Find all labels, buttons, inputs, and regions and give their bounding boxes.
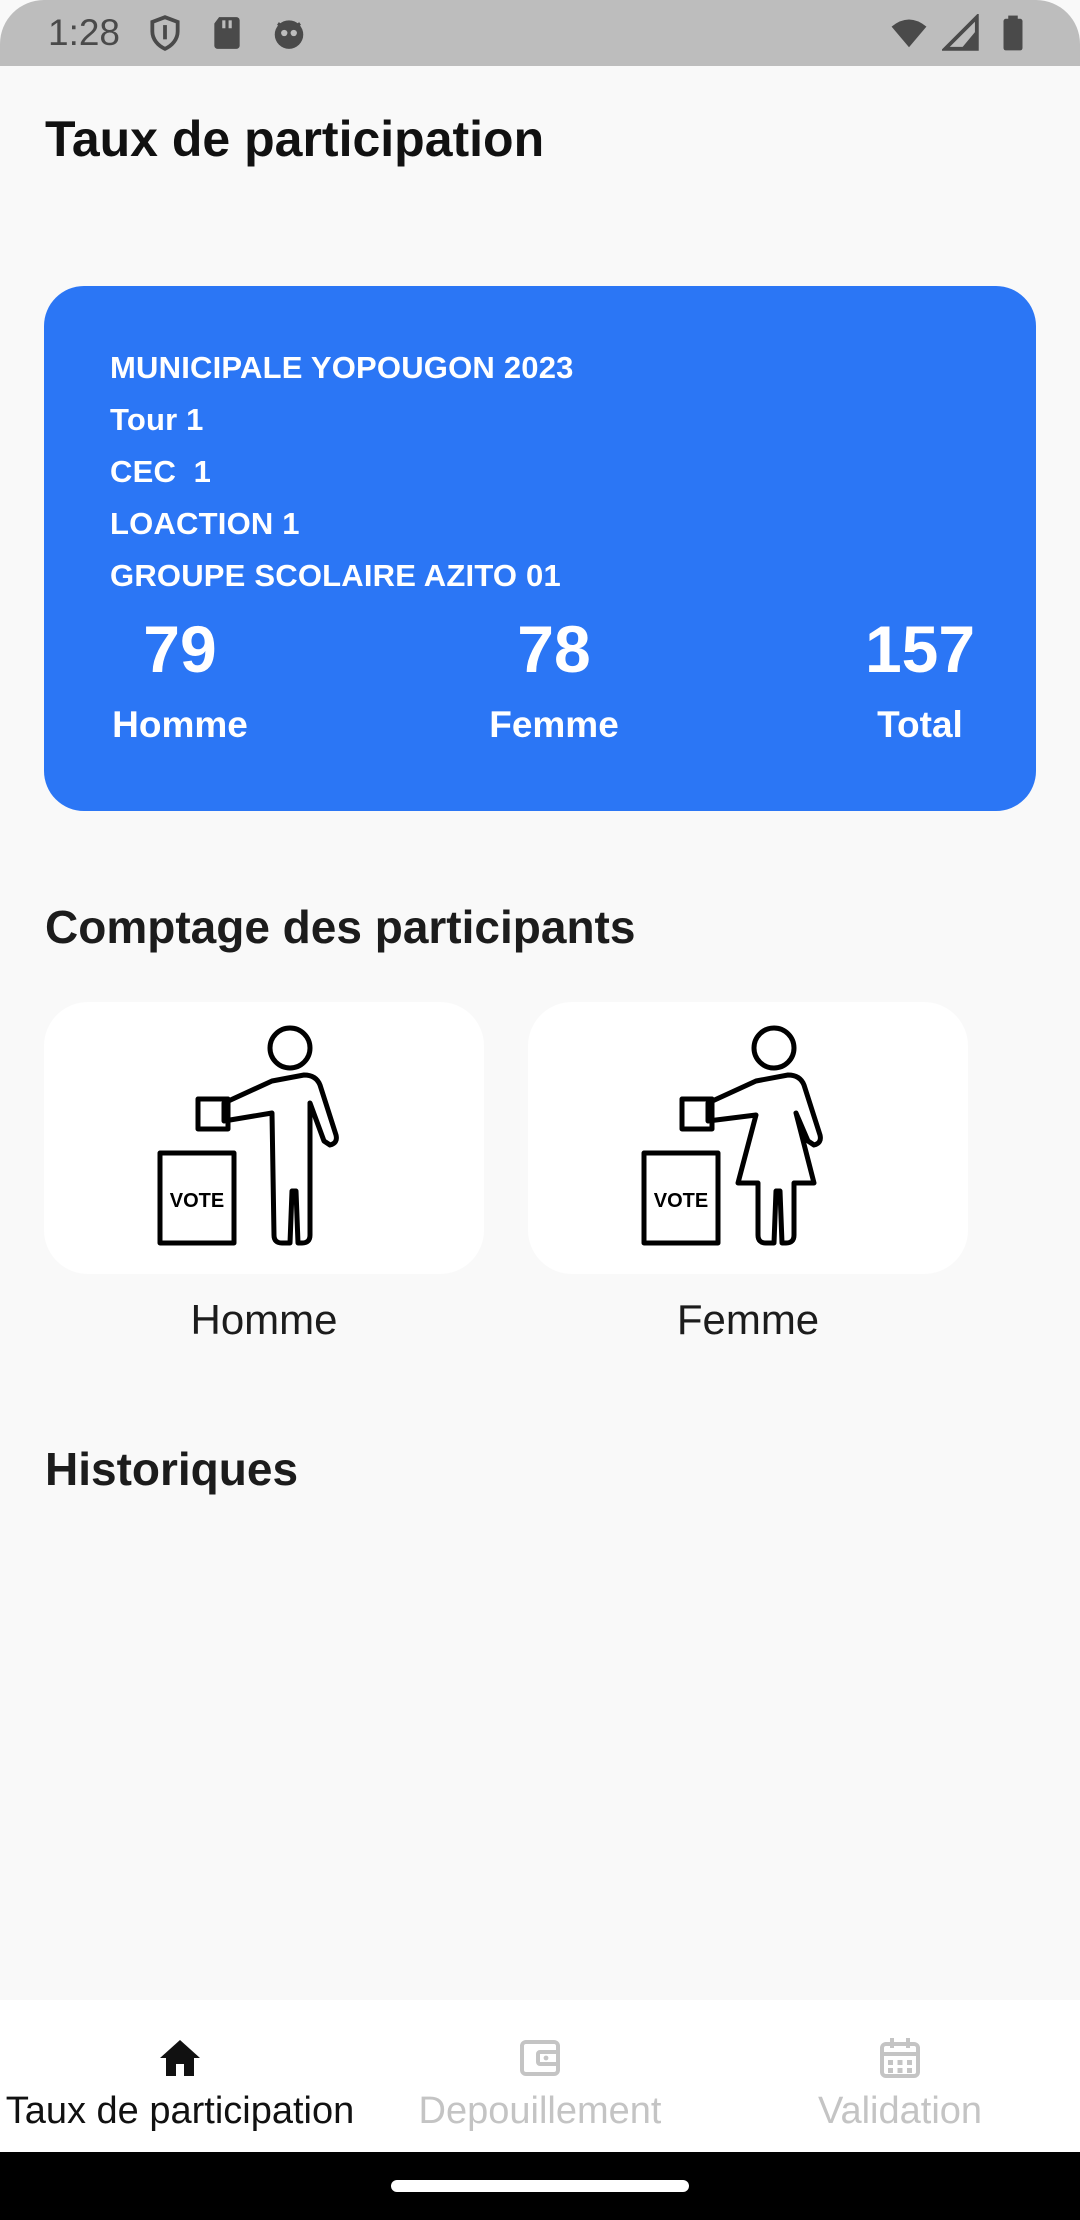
nav-tab-depouillement[interactable]: Depouillement [360,2000,720,2152]
count-femme-label: Femme [676,1296,820,1343]
stat-femme-label: Femme [489,704,619,745]
wifi-icon [890,14,928,52]
gesture-navigation-bar [0,2152,1080,2220]
election-cec: CEC 1 [110,454,212,489]
robot-face-icon [270,14,308,52]
stat-femme: 78 Femme [484,616,624,746]
page-title: Taux de participation [45,111,545,167]
election-polling-station: GROUPE SCOLAIRE AZITO 01 [110,558,561,593]
stat-homme-value: 79 [143,612,217,686]
app-screen: 1:28 Taux de participation MUNICIPALE YO… [0,0,1080,2220]
stat-femme-value: 78 [517,612,591,686]
count-homme-button[interactable]: VOTE [44,1002,484,1274]
man-voting-icon: VOTE [157,1025,339,1246]
nav-label-validation: Validation [817,2090,983,2132]
status-left-icons [146,14,308,52]
nav-label-taux: Taux de participation [5,2090,355,2132]
nav-tab-taux-de-participation[interactable]: Taux de participation [0,2000,360,2152]
status-time: 1:28 [48,12,121,53]
calendar-icon [876,2034,924,2082]
election-location: LOACTION 1 [110,506,300,541]
nav-tab-validation[interactable]: Validation [720,2000,1080,2152]
shield-icon [146,14,184,52]
election-name: MUNICIPALE YOPOUGON 2023 [110,350,574,385]
count-femme-button[interactable]: VOTE [528,1002,968,1274]
election-summary-card: MUNICIPALE YOPOUGON 2023 Tour 1 CEC 1 LO… [44,286,1036,811]
stat-total: 157 Total [850,616,990,746]
history-section-title: Historiques [45,1443,299,1495]
home-icon [156,2034,204,2082]
status-right-icons [890,14,1032,52]
stat-total-value: 157 [864,612,976,686]
count-homme-label: Homme [190,1296,338,1343]
history-list [0,1520,1080,1990]
vote-box-label: VOTE [170,1190,224,1212]
nav-label-depouillement: Depouillement [418,2090,662,2132]
sd-card-icon [208,14,246,52]
home-gesture-handle[interactable] [391,2180,689,2192]
signal-icon [942,14,980,52]
vote-box-label: VOTE [654,1190,708,1212]
stat-homme-label: Homme [112,704,248,745]
wallet-icon [516,2034,564,2082]
stat-total-label: Total [877,704,963,745]
woman-voting-icon: VOTE [641,1025,823,1246]
battery-icon [994,14,1032,52]
bottom-navigation: Taux de participation Depouillement Vali… [0,2000,1080,2152]
status-bar: 1:28 [0,0,1080,66]
stat-homme: 79 Homme [110,616,250,746]
counting-section-title: Comptage des participants [45,901,636,953]
election-round: Tour 1 [110,402,204,437]
